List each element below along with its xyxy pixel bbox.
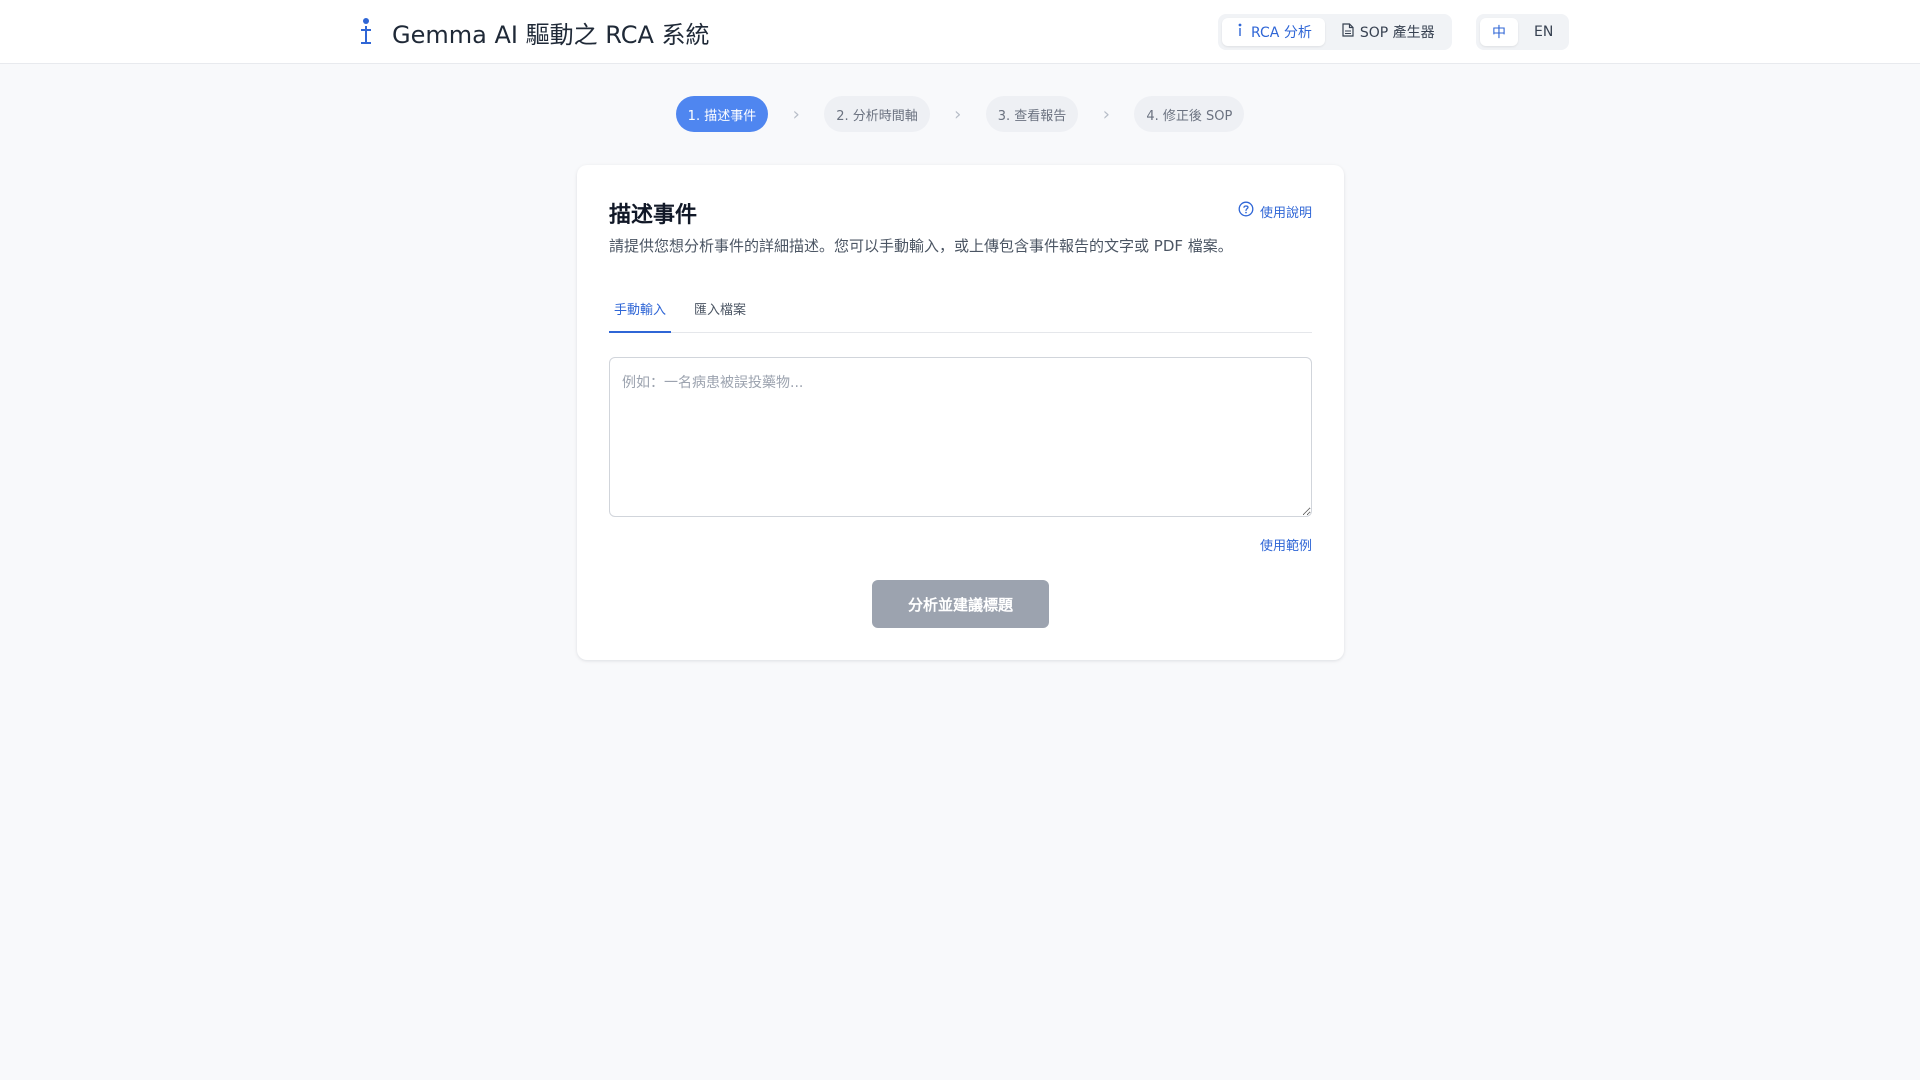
info-icon xyxy=(1235,23,1245,41)
card-description: 請提供您想分析事件的詳細描述。您可以手動輸入，或上傳包含事件報告的文字或 PDF… xyxy=(609,237,1233,255)
step-view-report[interactable]: 3. 查看報告 xyxy=(985,96,1079,132)
help-label: 使用說明 xyxy=(1259,205,1312,221)
lang-zh-button[interactable]: 中 xyxy=(1480,18,1518,46)
use-examples-link[interactable]: 使用範例 xyxy=(1260,535,1312,554)
describe-event-card: 描述事件 使用說明 請提供您想分析事件的詳細描述。您可以手動輸入，或上傳包含事件… xyxy=(577,165,1344,660)
rca-analysis-button[interactable]: RCA 分析 xyxy=(1222,18,1325,46)
input-mode-tabs: 手動輸入 匯入檔案 xyxy=(609,285,1312,333)
chevron-right-icon: › xyxy=(954,103,962,125)
step-analyze-timeline[interactable]: 2. 分析時間軸 xyxy=(824,96,930,132)
chevron-right-icon: › xyxy=(1102,103,1110,125)
step-describe-event[interactable]: 1. 描述事件 xyxy=(675,96,769,132)
chevron-right-icon: › xyxy=(792,103,800,125)
language-switch: 中 EN xyxy=(1476,14,1570,50)
progress-stepper: 1. 描述事件 › 2. 分析時間軸 › 3. 查看報告 › 4. 修正後 SO… xyxy=(0,96,1920,132)
top-header: Gemma AI 驅動之 RCA 系統 RCA 分析 SOP 產生器 中 EN xyxy=(0,0,1920,64)
card-title: 描述事件 xyxy=(609,203,698,228)
brand: Gemma AI 驅動之 RCA 系統 xyxy=(356,14,710,50)
analyze-suggest-title-button[interactable]: 分析並建議標題 xyxy=(872,580,1049,628)
sop-generator-button[interactable]: SOP 產生器 xyxy=(1329,18,1448,46)
mode-switch: RCA 分析 SOP 產生器 xyxy=(1218,14,1452,50)
event-description-input[interactable] xyxy=(609,357,1312,517)
app-title: Gemma AI 驅動之 RCA 系統 xyxy=(392,20,710,49)
tab-import-file[interactable]: 匯入檔案 xyxy=(689,285,751,333)
sop-generator-label: SOP 產生器 xyxy=(1359,25,1435,41)
step-revised-sop[interactable]: 4. 修正後 SOP xyxy=(1134,96,1245,132)
tab-manual-input[interactable]: 手動輸入 xyxy=(609,285,672,333)
question-circle-icon xyxy=(1238,201,1254,221)
info-pin-icon xyxy=(356,15,376,49)
document-icon xyxy=(1342,23,1354,41)
lang-en-button[interactable]: EN xyxy=(1522,18,1565,46)
help-link[interactable]: 使用說明 xyxy=(1238,201,1312,221)
rca-analysis-label: RCA 分析 xyxy=(1251,25,1312,41)
